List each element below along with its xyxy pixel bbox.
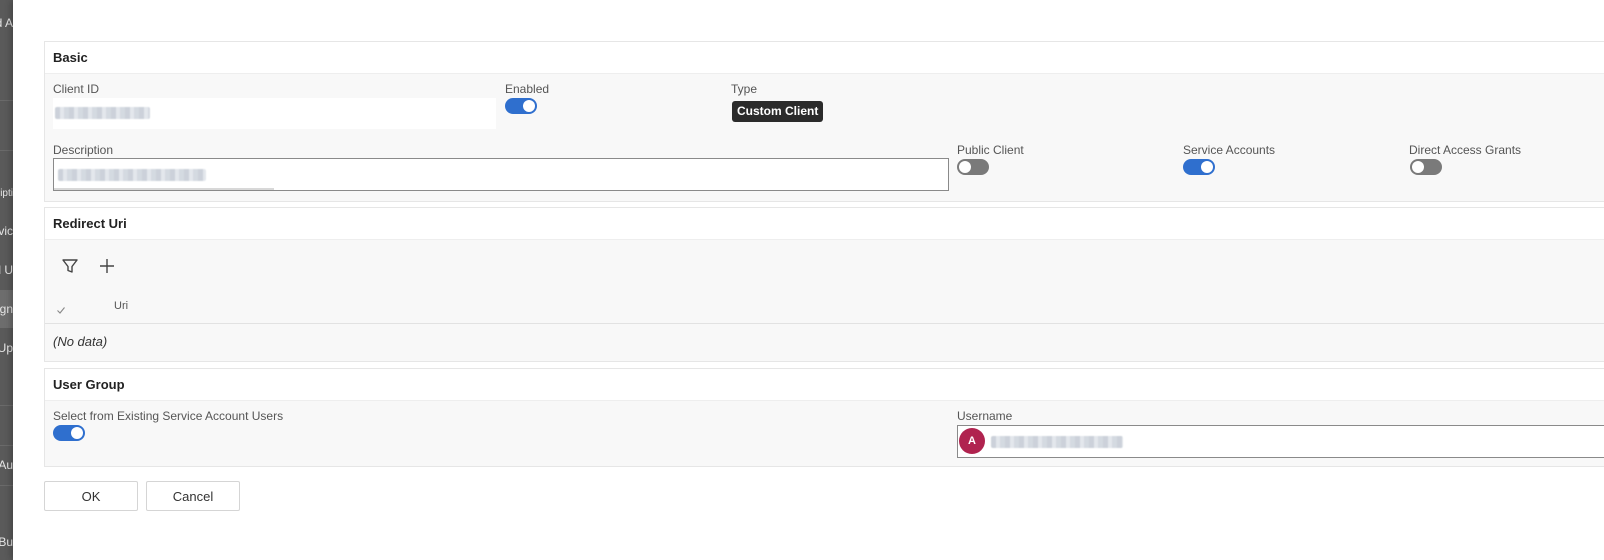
username-input[interactable]: A — [957, 425, 1604, 458]
background-item: cripti — [0, 188, 13, 199]
background-item: Up — [0, 341, 13, 355]
service-accounts-toggle[interactable] — [1183, 159, 1215, 175]
select-existing-toggle[interactable] — [53, 425, 85, 441]
public-client-toggle[interactable] — [957, 159, 989, 175]
background-divider — [0, 100, 13, 101]
background-divider — [0, 150, 13, 151]
background-item: Bu — [0, 535, 13, 549]
description-value-redacted — [58, 169, 206, 181]
description-label: Description — [53, 143, 114, 157]
client-dialog: Basic Client ID Enabled Type Custom Clie… — [13, 0, 1604, 560]
filter-icon[interactable] — [58, 254, 82, 278]
redirect-uri-section: Redirect Uri Uri (No data) — [44, 207, 1604, 362]
background-item: d A — [0, 16, 13, 30]
enabled-toggle[interactable] — [505, 98, 537, 114]
client-id-label: Client ID — [53, 82, 100, 96]
user-avatar: A — [959, 428, 985, 454]
type-badge: Custom Client — [732, 101, 824, 122]
background-divider — [0, 445, 13, 446]
user-group-section: User Group Select from Existing Service … — [44, 368, 1604, 467]
select-all-check-icon[interactable] — [55, 303, 67, 315]
ok-button[interactable]: OK — [44, 481, 138, 511]
basic-section-title: Basic — [45, 42, 1604, 74]
description-input[interactable] — [53, 158, 949, 191]
client-id-field[interactable] — [53, 98, 496, 129]
redirect-uri-section-title: Redirect Uri — [45, 208, 1604, 240]
client-id-value-redacted — [55, 107, 150, 119]
background-app-sidebar: d A cripti vic d U gn Up Au Bu — [0, 0, 13, 560]
uri-table-header: Uri — [45, 292, 1604, 324]
basic-section: Basic Client ID Enabled Type Custom Clie… — [44, 41, 1604, 202]
direct-access-grants-label: Direct Access Grants — [1409, 143, 1522, 157]
background-item: vic — [0, 224, 13, 238]
background-item: d U — [0, 263, 13, 277]
cancel-button[interactable]: Cancel — [146, 481, 240, 511]
enabled-label: Enabled — [505, 82, 550, 96]
user-group-section-title: User Group — [45, 369, 1604, 401]
direct-access-grants-toggle[interactable] — [1410, 159, 1442, 175]
uri-column-header[interactable]: Uri — [114, 300, 128, 312]
username-label: Username — [957, 409, 1013, 423]
background-item: gn — [0, 302, 13, 316]
description-scrollbar[interactable] — [54, 188, 274, 190]
add-icon[interactable] — [95, 254, 119, 278]
type-label: Type — [731, 82, 758, 96]
background-item: Au — [0, 458, 13, 472]
username-value-redacted — [991, 436, 1123, 448]
no-data-text: (No data) — [53, 334, 108, 349]
public-client-label: Public Client — [957, 143, 1024, 157]
background-divider — [0, 485, 13, 486]
background-divider — [0, 405, 13, 406]
service-accounts-label: Service Accounts — [1183, 143, 1276, 157]
select-existing-label: Select from Existing Service Account Use… — [53, 409, 284, 423]
